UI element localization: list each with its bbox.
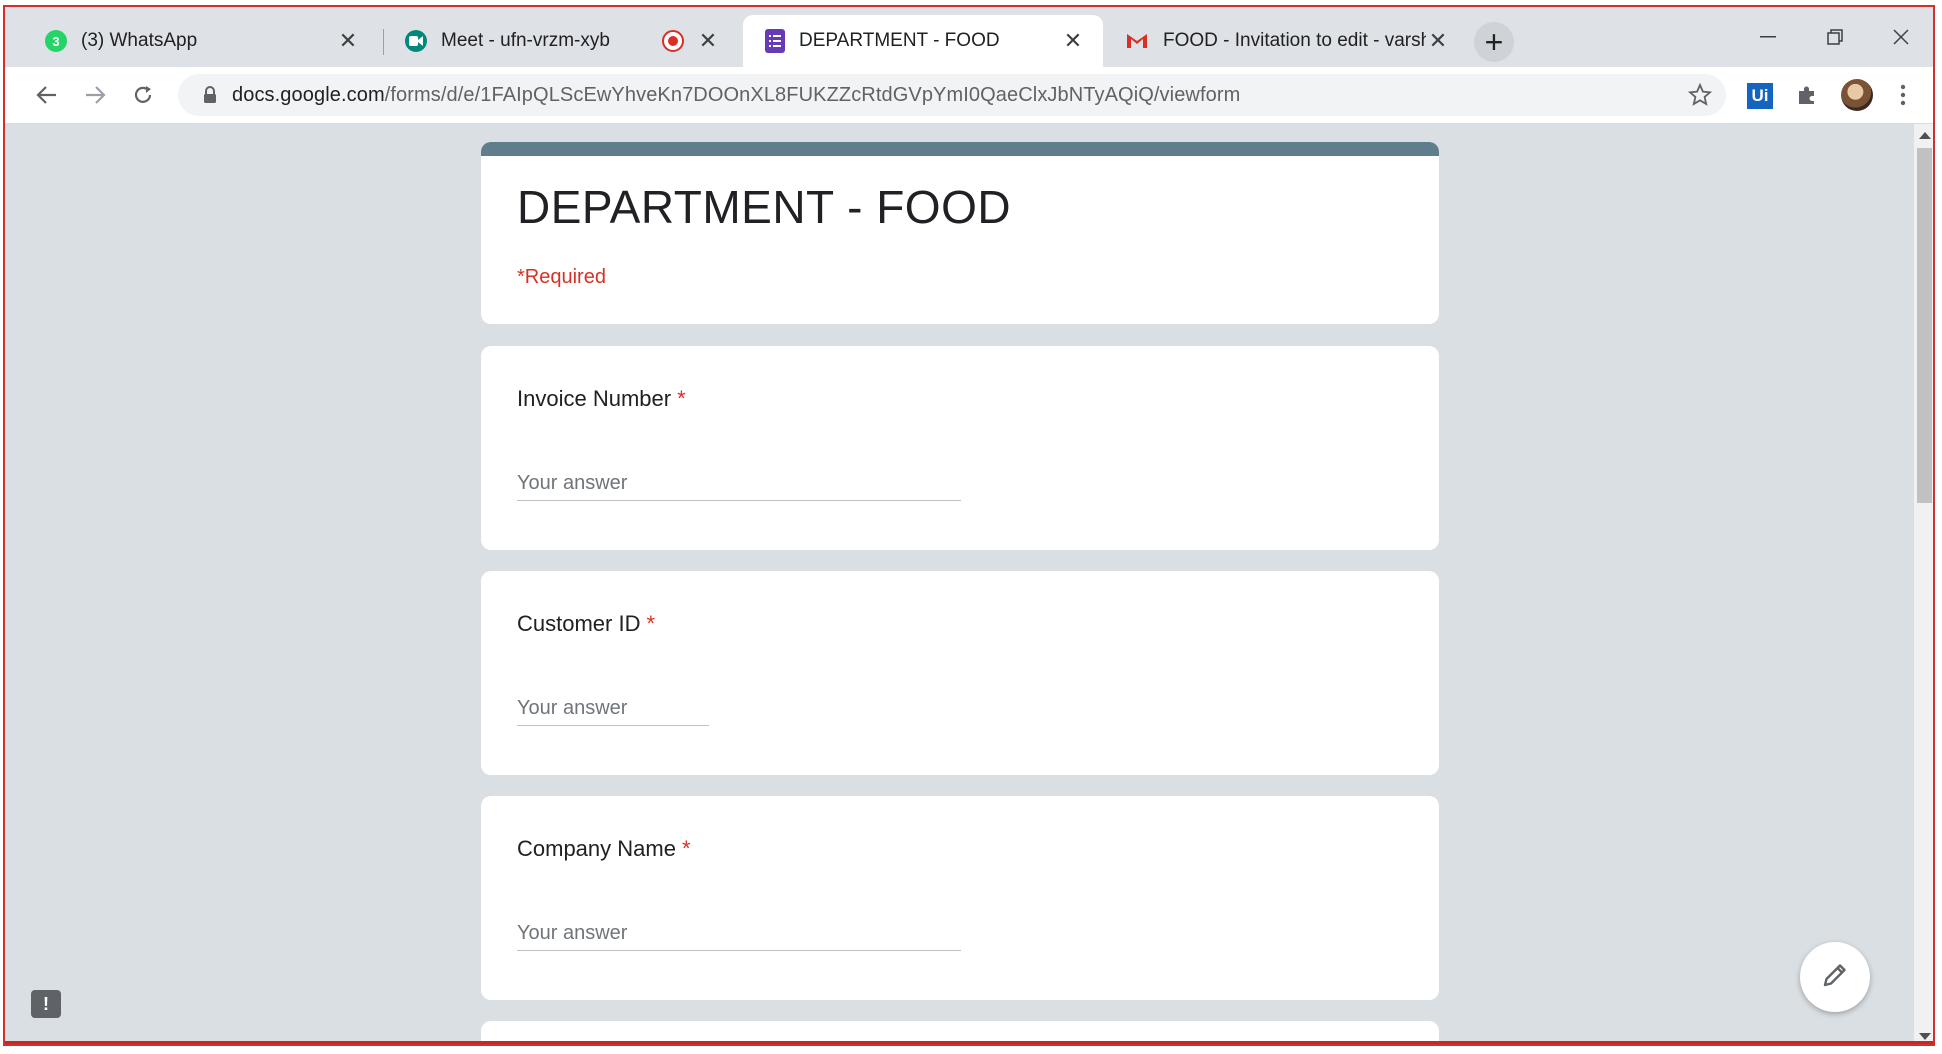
close-icon[interactable]: ✕: [1061, 28, 1085, 53]
meet-icon: [405, 30, 427, 52]
scroll-thumb[interactable]: [1917, 148, 1932, 503]
form-page: DEPARTMENT - FOOD *Required Invoice Numb…: [5, 124, 1914, 1044]
tab-whatsapp[interactable]: 3 (3) WhatsApp ✕: [23, 15, 378, 67]
url-text: docs.google.com/forms/d/e/1FAIpQLScEwYhv…: [232, 83, 1241, 106]
tab-title: (3) WhatsApp: [81, 30, 198, 51]
minimize-icon[interactable]: [1738, 19, 1798, 55]
tab-title: Meet - ufn-vrzm-xyb: [441, 30, 610, 51]
pencil-icon: [1821, 961, 1849, 994]
page-scrollbar[interactable]: [1914, 124, 1933, 1044]
recording-icon: [662, 30, 684, 52]
question-card-invoice-number: Invoice Number *: [481, 346, 1439, 550]
tab-title: FOOD - Invitation to edit - varshi: [1163, 30, 1426, 51]
tab-strip: 3 (3) WhatsApp ✕ Meet - ufn-vrzm-xyb ✕ D…: [5, 7, 1933, 67]
question-label: Company Name *: [517, 836, 691, 861]
question-card-company-name: Company Name *: [481, 796, 1439, 1000]
required-asterisk: *: [677, 386, 686, 411]
browser-window: 3 (3) WhatsApp ✕ Meet - ufn-vrzm-xyb ✕ D…: [3, 5, 1935, 1046]
close-icon[interactable]: ✕: [1426, 28, 1450, 53]
menu-kebab-icon[interactable]: [1885, 77, 1921, 113]
tab-gmail[interactable]: FOOD - Invitation to edit - varshi ✕: [1103, 15, 1468, 67]
tab-meet[interactable]: Meet - ufn-vrzm-xyb ✕: [383, 15, 738, 67]
browser-toolbar: docs.google.com/forms/d/e/1FAIpQLScEwYhv…: [5, 67, 1933, 124]
customer-id-input[interactable]: [517, 691, 709, 726]
forward-icon[interactable]: [77, 77, 113, 113]
edit-pencil-button[interactable]: [1800, 942, 1870, 1012]
address-bar[interactable]: docs.google.com/forms/d/e/1FAIpQLScEwYhv…: [178, 74, 1726, 116]
bookmark-star-icon[interactable]: [1687, 82, 1713, 112]
whatsapp-icon: 3: [45, 30, 67, 52]
close-window-icon[interactable]: [1871, 19, 1931, 55]
close-icon[interactable]: ✕: [696, 28, 720, 53]
close-icon[interactable]: ✕: [336, 28, 360, 53]
restore-icon[interactable]: [1805, 19, 1865, 55]
profile-avatar[interactable]: [1841, 79, 1873, 111]
question-label: Invoice Number *: [517, 386, 686, 411]
gmail-icon: [1125, 30, 1149, 52]
reload-icon[interactable]: [125, 77, 161, 113]
required-asterisk: *: [646, 611, 656, 636]
tab-forms[interactable]: DEPARTMENT - FOOD ✕: [743, 15, 1103, 67]
question-card-customer-id: Customer ID *: [481, 571, 1439, 775]
invoice-number-input[interactable]: [517, 466, 961, 501]
scroll-up-arrow-icon[interactable]: [1919, 132, 1931, 139]
lock-icon: [198, 86, 222, 104]
uipath-extension-icon[interactable]: Ui: [1747, 83, 1773, 109]
form-header-card: DEPARTMENT - FOOD *Required: [481, 142, 1439, 324]
back-icon[interactable]: [29, 77, 65, 113]
question-label: Customer ID *: [517, 611, 656, 636]
forms-icon: [765, 29, 785, 53]
required-asterisk: *: [681, 836, 691, 861]
company-name-input[interactable]: [517, 916, 961, 951]
required-note: *Required: [517, 266, 606, 288]
new-tab-button[interactable]: +: [1474, 22, 1514, 62]
scroll-down-arrow-icon[interactable]: [1919, 1033, 1931, 1040]
bottom-border: [5, 1041, 1933, 1044]
form-title: DEPARTMENT - FOOD: [517, 181, 1012, 233]
extensions-puzzle-icon[interactable]: [1789, 77, 1825, 113]
feedback-icon[interactable]: !: [31, 990, 61, 1018]
tab-title: DEPARTMENT - FOOD: [799, 30, 1000, 51]
